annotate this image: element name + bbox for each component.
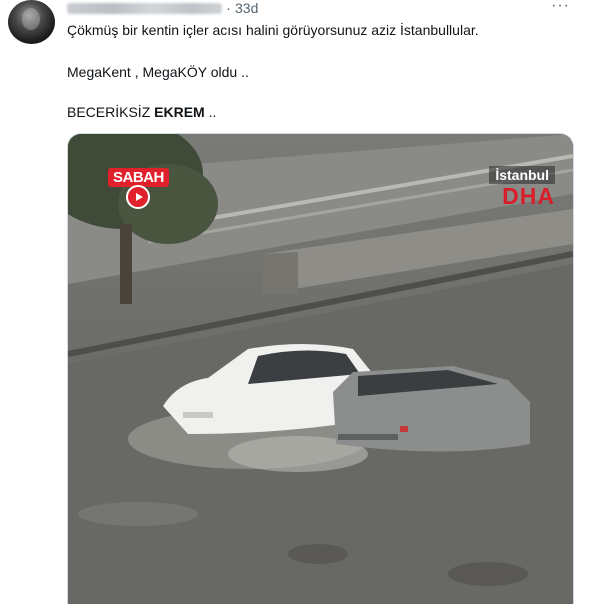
tweet-line-1: Çökmüş bir kentin içler acısı halini gör… — [67, 22, 479, 38]
agency-logo: DHA — [502, 183, 555, 209]
more-options-icon[interactable]: ··· — [551, 0, 570, 14]
tweet-header: · 33d — [67, 0, 258, 17]
tweet-line-3-start: BECERİKSİZ — [67, 104, 155, 120]
tweet-timestamp[interactable]: 33d — [235, 0, 258, 16]
header-separator: · — [226, 0, 231, 17]
tweet-video[interactable]: SABAH İstanbul DHA — [67, 133, 574, 604]
tweet-text: Çökmüş bir kentin içler acısı halini gör… — [67, 20, 572, 122]
video-source-logo: SABAH — [108, 168, 169, 209]
tweet-line-3-bold: EKREM — [154, 104, 205, 120]
author-name-blurred[interactable] — [67, 2, 222, 14]
avatar[interactable] — [8, 0, 55, 44]
play-icon[interactable] — [126, 185, 151, 209]
tweet-line-3-tail: .. — [204, 104, 217, 120]
agency-watermark: İstanbul DHA — [489, 166, 555, 209]
tweet-line-2: MegaKent , MegaKÖY oldu .. — [67, 64, 249, 80]
agency-city-label: İstanbul — [489, 166, 555, 184]
tweet-line-3: BECERİKSİZ EKREM .. — [67, 102, 572, 122]
